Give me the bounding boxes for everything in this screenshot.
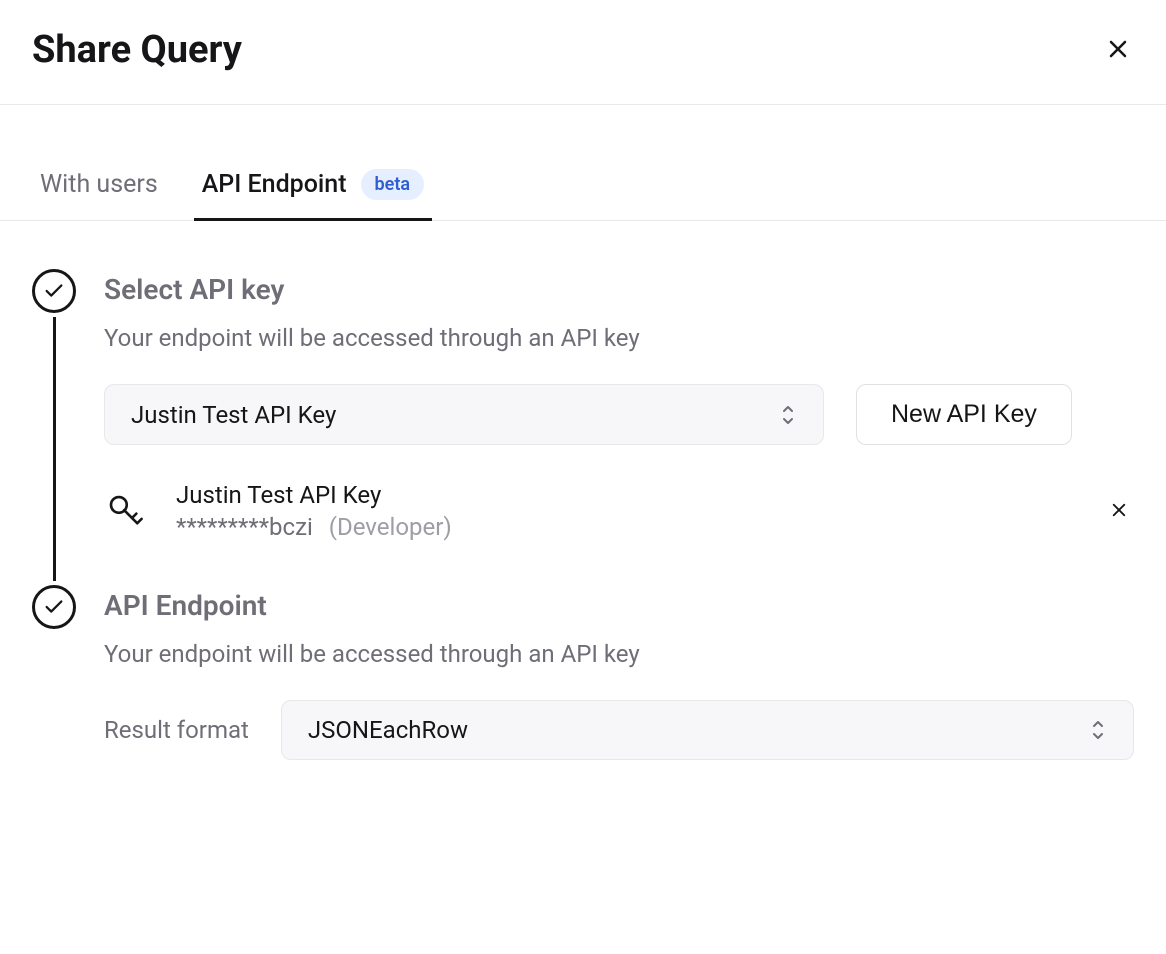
close-icon — [1110, 501, 1128, 519]
step-circle-complete — [32, 269, 76, 313]
key-icon — [104, 490, 146, 532]
api-key-selector-row: Justin Test API Key New API Key — [104, 384, 1134, 445]
api-key-select[interactable]: Justin Test API Key — [104, 384, 824, 445]
step-indicator — [32, 585, 76, 804]
new-api-key-button[interactable]: New API Key — [856, 384, 1072, 445]
remove-api-key-button[interactable] — [1104, 495, 1134, 528]
tabs-bar: With users API Endpoint beta — [0, 153, 1166, 221]
dialog-header: Share Query — [0, 0, 1166, 105]
dialog-title: Share Query — [32, 28, 242, 72]
step-title: Select API key — [104, 269, 1134, 306]
check-icon — [43, 280, 65, 302]
tab-api-endpoint[interactable]: API Endpoint beta — [194, 153, 432, 221]
tab-label: With users — [40, 170, 158, 199]
step-connector-line — [53, 317, 56, 581]
close-icon — [1106, 37, 1130, 61]
check-icon — [43, 596, 65, 618]
close-button[interactable] — [1102, 33, 1134, 68]
result-format-value: JSONEachRow — [308, 716, 468, 744]
step-title: API Endpoint — [104, 585, 1134, 622]
step-api-endpoint: API Endpoint Your endpoint will be acces… — [32, 585, 1134, 804]
chevron-updown-icon — [779, 404, 797, 426]
tab-label: API Endpoint — [202, 170, 347, 199]
beta-badge: beta — [361, 169, 425, 200]
result-format-select[interactable]: JSONEachRow — [281, 700, 1134, 760]
api-key-masked: *********bczi — [176, 513, 313, 541]
step-description: Your endpoint will be accessed through a… — [104, 324, 1134, 352]
api-key-name: Justin Test API Key — [176, 481, 1074, 509]
result-format-row: Result format JSONEachRow — [104, 700, 1134, 760]
dialog-content: Select API key Your endpoint will be acc… — [0, 221, 1166, 804]
step-select-api-key: Select API key Your endpoint will be acc… — [32, 269, 1134, 585]
api-key-role: (Developer) — [329, 513, 452, 541]
api-key-meta: *********bczi (Developer) — [176, 513, 1074, 541]
tab-with-users[interactable]: With users — [32, 154, 166, 220]
step-circle-complete — [32, 585, 76, 629]
api-key-info: Justin Test API Key *********bczi (Devel… — [176, 481, 1074, 541]
step-body: API Endpoint Your endpoint will be acces… — [104, 585, 1134, 804]
api-key-selected-value: Justin Test API Key — [131, 401, 336, 429]
chevron-updown-icon — [1089, 719, 1107, 741]
step-description: Your endpoint will be accessed through a… — [104, 640, 1134, 668]
step-indicator — [32, 269, 76, 585]
api-key-item: Justin Test API Key *********bczi (Devel… — [104, 481, 1134, 541]
step-body: Select API key Your endpoint will be acc… — [104, 269, 1134, 585]
result-format-label: Result format — [104, 716, 249, 744]
